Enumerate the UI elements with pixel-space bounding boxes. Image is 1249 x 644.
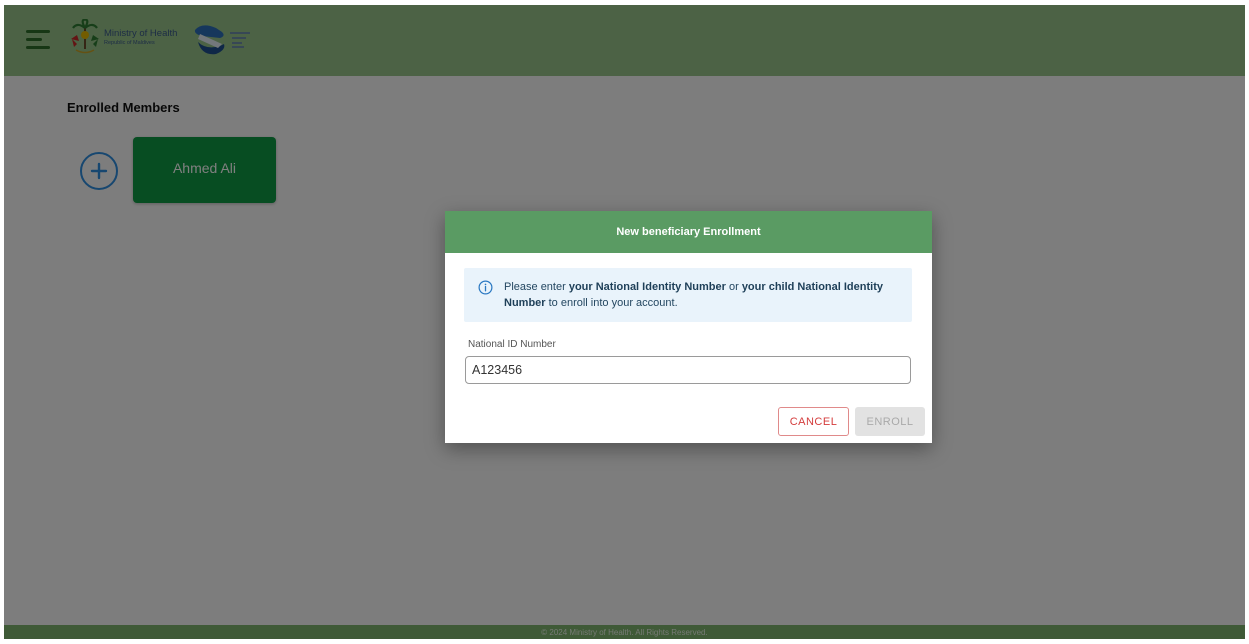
app-frame: Ministry of Health Republic of Maldives … (4, 5, 1245, 639)
info-bold-1: your National Identity Number (568, 281, 726, 293)
cancel-button[interactable]: CANCEL (778, 407, 849, 436)
info-text-1: Please enter (504, 281, 569, 293)
info-text-2: or (725, 281, 742, 293)
dialog-header: New beneficiary Enrollment (445, 211, 932, 253)
enroll-button[interactable]: ENROLL (855, 407, 925, 436)
info-alert: Please enter your National Identity Numb… (464, 268, 912, 322)
info-text-3: to enroll into your account. (545, 297, 678, 309)
national-id-input[interactable] (465, 356, 911, 384)
national-id-label: National ID Number (468, 339, 556, 350)
enrollment-dialog: New beneficiary Enrollment Please enter … (445, 211, 932, 443)
dialog-title: New beneficiary Enrollment (616, 226, 761, 238)
info-icon (478, 280, 493, 295)
